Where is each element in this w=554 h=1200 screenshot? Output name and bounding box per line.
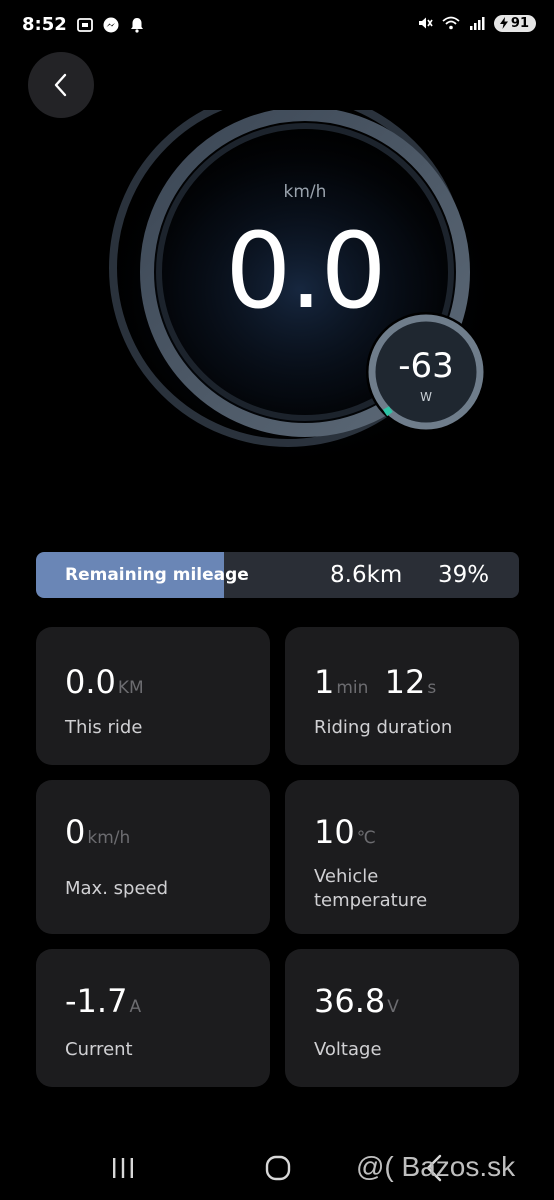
mute-icon	[418, 17, 433, 29]
current-unit: A	[129, 997, 142, 1017]
status-bar: 8:52 91	[0, 0, 554, 52]
current-label: Current	[65, 1039, 133, 1060]
card-current: -1.7 A Current	[36, 949, 270, 1087]
mileage-percent: 39%	[438, 562, 490, 588]
wifi-icon	[442, 16, 460, 30]
temperature-unit: ℃	[356, 828, 376, 848]
recent-apps-icon[interactable]	[110, 1157, 136, 1179]
status-time: 8:52	[22, 14, 67, 35]
remaining-mileage-bar: Remaining mileage 8.6km 39%	[36, 552, 519, 598]
system-nav-bar: @( Bazos.sk	[0, 1140, 554, 1200]
signal-icon	[469, 17, 485, 30]
battery-level: 91	[510, 15, 529, 31]
vehicle-temperature-label: Vehicle temperature	[314, 866, 428, 911]
card-max-speed: 0 km/h Max. speed	[36, 780, 270, 934]
mileage-distance: 8.6km	[330, 562, 403, 588]
max-speed-value: 0	[65, 813, 86, 851]
card-vehicle-temperature: 10 ℃ Vehicle temperature	[285, 780, 519, 934]
bell-icon	[131, 18, 143, 33]
this-ride-unit: KM	[117, 678, 144, 698]
duration-sec-unit: s	[427, 678, 437, 698]
current-value: -1.7	[65, 982, 128, 1020]
duration-seconds: 12	[384, 663, 426, 701]
charging-icon	[499, 17, 508, 29]
riding-duration-label: Riding duration	[314, 717, 453, 738]
battery-indicator: 91	[493, 14, 536, 32]
back-button[interactable]	[28, 52, 94, 118]
voltage-label: Voltage	[314, 1039, 382, 1060]
power-unit: W	[420, 390, 432, 404]
duration-min-unit: min	[336, 678, 369, 698]
screenshot-icon	[77, 18, 93, 32]
watermark-text: @( Bazos.sk	[356, 1151, 516, 1182]
voltage-unit: V	[387, 997, 399, 1017]
max-speed-label: Max. speed	[65, 878, 169, 899]
card-riding-duration: 1 min 12 s Riding duration	[285, 627, 519, 765]
this-ride-value: 0.0	[65, 663, 116, 701]
speed-unit: km/h	[283, 182, 327, 202]
chevron-left-icon	[54, 73, 67, 97]
power-gauge-accent	[382, 406, 393, 417]
mileage-label: Remaining mileage	[65, 565, 249, 585]
card-this-ride: 0.0 KM This ride	[36, 627, 270, 765]
this-ride-label: This ride	[65, 717, 143, 738]
card-voltage: 36.8 V Voltage	[285, 949, 519, 1087]
home-icon[interactable]	[265, 1155, 291, 1181]
power-value: -63	[398, 346, 454, 386]
duration-minutes: 1	[314, 663, 335, 701]
voltage-value: 36.8	[314, 982, 386, 1020]
temperature-value: 10	[314, 813, 355, 851]
messenger-icon	[103, 17, 119, 33]
max-speed-unit: km/h	[87, 828, 131, 848]
